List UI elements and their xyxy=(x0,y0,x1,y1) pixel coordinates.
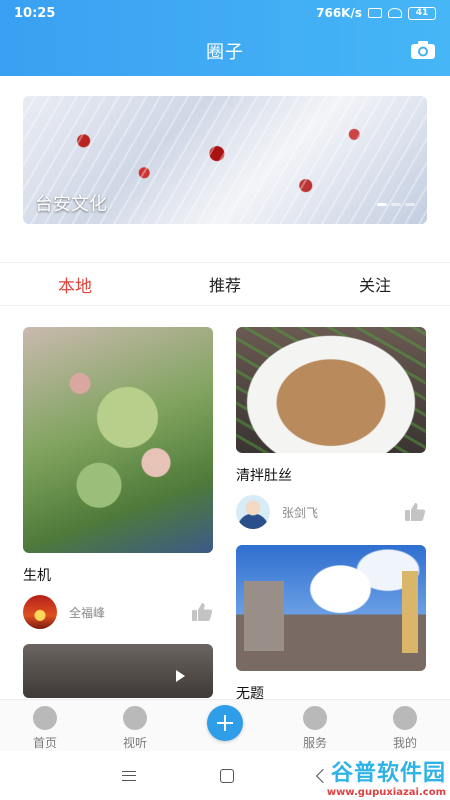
post-image[interactable] xyxy=(236,545,426,671)
banner-caption: 台安文化 xyxy=(35,194,107,215)
nav-media[interactable]: 视听 xyxy=(90,700,180,751)
nav-publish[interactable] xyxy=(180,700,270,751)
thumbs-up-icon[interactable] xyxy=(191,602,213,622)
feed-card[interactable]: 无题 xyxy=(236,545,426,703)
menu-icon[interactable] xyxy=(122,771,136,781)
feed-card[interactable] xyxy=(23,644,213,698)
signal-icon xyxy=(368,8,382,18)
network-speed: 766K/s xyxy=(316,6,362,20)
tab-local[interactable]: 本地 xyxy=(0,263,150,305)
nav-home[interactable]: 首页 xyxy=(0,700,90,751)
post-image[interactable] xyxy=(23,327,213,553)
feed-tabs: 本地 推荐 关注 xyxy=(0,262,450,306)
tab-following[interactable]: 关注 xyxy=(300,263,450,305)
tab-recommended[interactable]: 推荐 xyxy=(150,263,300,305)
carousel-indicator xyxy=(377,203,415,206)
nav-services[interactable]: 服务 xyxy=(270,700,360,751)
play-icon xyxy=(123,706,147,730)
post-image[interactable] xyxy=(236,327,426,453)
battery-icon: 41 xyxy=(408,6,436,20)
nav-label: 我的 xyxy=(392,736,417,750)
play-icon xyxy=(176,670,185,682)
post-title: 清拌肚丝 xyxy=(236,468,292,484)
watermark-name: 谷普软件园 xyxy=(330,761,446,786)
wifi-icon xyxy=(388,8,402,18)
user-icon xyxy=(393,706,417,730)
banner-carousel[interactable]: 台安文化 xyxy=(23,96,427,224)
post-meta: 全福峰 xyxy=(23,595,213,629)
thumbs-up-icon[interactable] xyxy=(404,502,426,522)
post-meta: 张剑飞 xyxy=(236,495,426,529)
status-indicators: 766K/s 41 xyxy=(316,6,436,20)
post-title: 生机 xyxy=(23,568,51,584)
nav-label: 首页 xyxy=(32,736,57,750)
carousel-dot xyxy=(391,203,401,206)
home-button-icon[interactable] xyxy=(220,769,234,783)
nav-label: 服务 xyxy=(302,736,327,750)
status-bar: 10:25 766K/s 41 xyxy=(0,0,450,26)
carousel-dot xyxy=(377,203,387,206)
feed-card[interactable]: 清拌肚丝 张剑飞 xyxy=(236,327,426,529)
author-name: 张剑飞 xyxy=(282,505,319,520)
page-title: 圈子 xyxy=(206,42,244,63)
author-name: 全福峰 xyxy=(69,605,106,620)
handshake-icon xyxy=(303,706,327,730)
app-header: 10:25 766K/s 41 圈子 xyxy=(0,0,450,76)
watermark: 谷普软件园 www.gupuxiazai.com xyxy=(327,755,446,798)
feed-card[interactable]: 生机 全福峰 xyxy=(23,327,213,629)
watermark-url: www.gupuxiazai.com xyxy=(326,787,446,798)
post-video-thumbnail[interactable] xyxy=(23,644,213,698)
avatar[interactable] xyxy=(236,495,270,529)
camera-icon[interactable] xyxy=(410,40,436,60)
bottom-nav: 首页 视听 服务 我的 xyxy=(0,699,450,751)
plus-icon[interactable] xyxy=(207,704,243,741)
avatar[interactable] xyxy=(23,595,57,629)
battery-level: 41 xyxy=(415,8,429,18)
nav-label: 视听 xyxy=(122,736,147,750)
carousel-dot xyxy=(405,203,415,206)
nav-profile[interactable]: 我的 xyxy=(360,700,450,751)
status-time: 10:25 xyxy=(14,5,56,21)
title-bar: 圈子 xyxy=(0,26,450,76)
home-icon xyxy=(33,706,57,730)
